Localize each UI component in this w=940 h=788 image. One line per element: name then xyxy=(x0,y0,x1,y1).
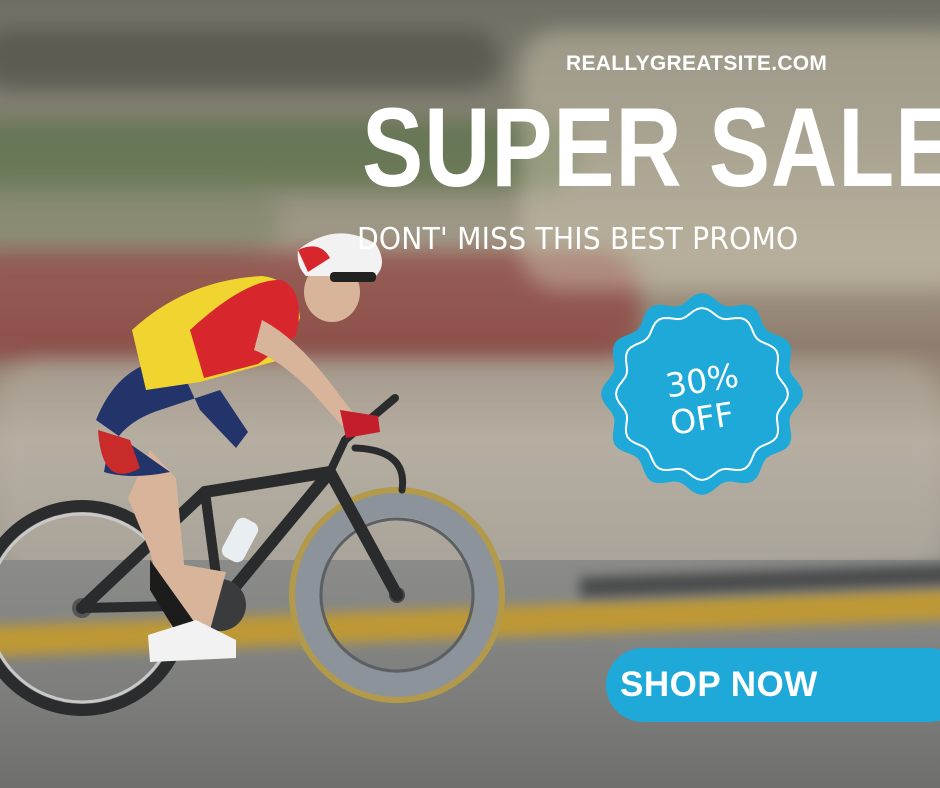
headline: SUPER SALE xyxy=(362,85,940,210)
background-blur xyxy=(0,30,500,90)
cyclist-photo xyxy=(0,233,505,716)
discount-badge: 30% OFF xyxy=(600,292,804,496)
promo-banner: REALLYGREATSITE.COM SUPER SALE DONT' MIS… xyxy=(0,0,940,788)
shop-now-button[interactable]: SHOP NOW xyxy=(606,648,940,722)
website-url[interactable]: REALLYGREATSITE.COM xyxy=(566,52,827,76)
subheadline: DONT' MISS THIS BEST PROMO xyxy=(357,222,799,257)
